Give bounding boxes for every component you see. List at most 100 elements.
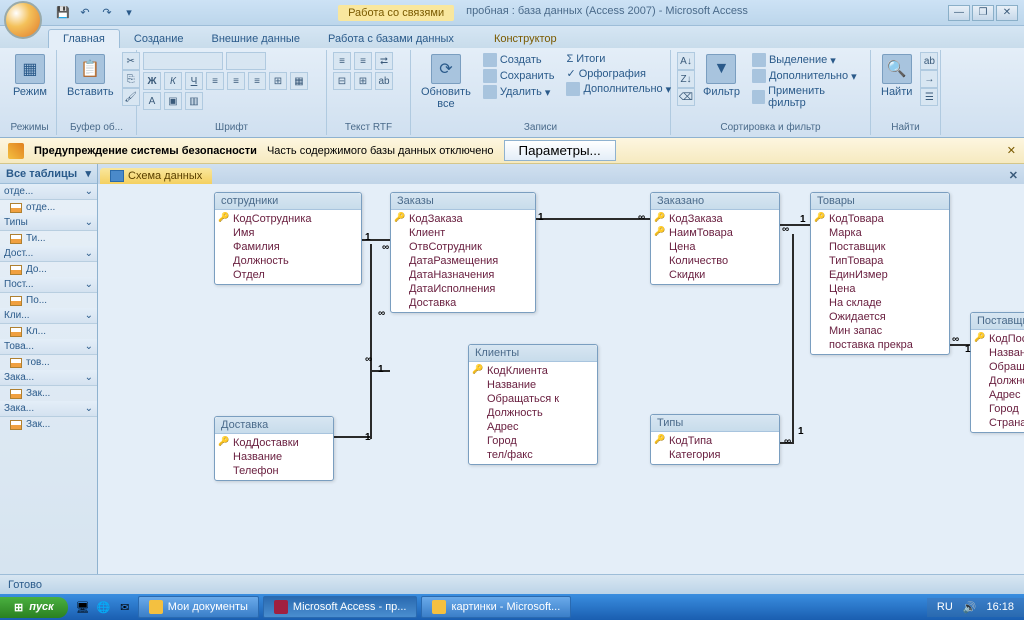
- table-field[interactable]: Цена: [651, 240, 779, 254]
- tab-home[interactable]: Главная: [48, 29, 120, 48]
- tab-dbtools[interactable]: Работа с базами данных: [314, 30, 468, 48]
- close-button[interactable]: ✕: [996, 5, 1018, 21]
- nav-group[interactable]: Зака...⌄: [0, 370, 97, 386]
- table-field[interactable]: КодКлиента: [469, 364, 597, 378]
- tab-create[interactable]: Создание: [120, 30, 198, 48]
- task-item-pictures[interactable]: картинки - Microsoft...: [421, 596, 571, 618]
- nav-item[interactable]: Зак...: [0, 386, 97, 401]
- doc-tab-close-icon[interactable]: ✕: [1003, 167, 1024, 184]
- nav-item[interactable]: Зак...: [0, 417, 97, 432]
- table-field[interactable]: Название: [971, 346, 1024, 360]
- table-field[interactable]: Телефон: [215, 464, 333, 478]
- table-field[interactable]: Фамилия: [215, 240, 361, 254]
- font-color-icon[interactable]: A: [143, 92, 161, 110]
- nav-group[interactable]: отде...⌄: [0, 184, 97, 200]
- office-button[interactable]: [4, 1, 42, 39]
- new-button[interactable]: Создать: [479, 52, 559, 68]
- goto-icon[interactable]: →: [920, 70, 938, 88]
- table-field[interactable]: Должность: [215, 254, 361, 268]
- fill-color-icon[interactable]: ▣: [164, 92, 182, 110]
- table-field[interactable]: НаимТовара: [651, 226, 779, 240]
- table-field[interactable]: Обращаться к: [469, 392, 597, 406]
- table-zakazano[interactable]: ЗаказаноКодЗаказаНаимТовараЦенаКоличеств…: [650, 192, 780, 285]
- nav-group[interactable]: Това...⌄: [0, 339, 97, 355]
- tab-external[interactable]: Внешние данные: [198, 30, 314, 48]
- table-field[interactable]: Обращаться к: [971, 360, 1024, 374]
- security-options-button[interactable]: Параметры...: [504, 140, 616, 161]
- selection-button[interactable]: Выделение ▾: [748, 52, 864, 68]
- table-field[interactable]: Ожидается: [811, 310, 949, 324]
- nav-group[interactable]: Кли...⌄: [0, 308, 97, 324]
- table-zakazy[interactable]: ЗаказыКодЗаказаКлиентОтвСотрудникДатаРаз…: [390, 192, 536, 313]
- nav-group[interactable]: Зака...⌄: [0, 401, 97, 417]
- nav-item[interactable]: отде...: [0, 200, 97, 215]
- table-field[interactable]: Категория: [651, 448, 779, 462]
- nav-group[interactable]: Пост...⌄: [0, 277, 97, 293]
- rtf-btn5[interactable]: ⊞: [354, 72, 372, 90]
- grid-style-icon[interactable]: ▥: [185, 92, 203, 110]
- nav-item[interactable]: тов...: [0, 355, 97, 370]
- table-tovary[interactable]: ТоварыКодТовараМаркаПоставщикТипТовараЕд…: [810, 192, 950, 355]
- more-button[interactable]: Дополнительно ▾: [562, 81, 675, 97]
- security-close-icon[interactable]: ✕: [1007, 144, 1016, 157]
- table-field[interactable]: Мин запас: [811, 324, 949, 338]
- table-field[interactable]: Город: [971, 402, 1024, 416]
- replace-icon[interactable]: ab: [920, 52, 938, 70]
- table-field[interactable]: Доставка: [391, 296, 535, 310]
- task-item-access[interactable]: Microsoft Access - пр...: [263, 596, 418, 618]
- table-field[interactable]: КодДоставки: [215, 436, 333, 450]
- table-field[interactable]: ДатаИсполнения: [391, 282, 535, 296]
- rtf-btn2[interactable]: ≡: [354, 52, 372, 70]
- refresh-button[interactable]: ⟳Обновить все: [417, 52, 475, 112]
- system-tray[interactable]: RU 🔊 16:18: [927, 598, 1024, 617]
- clear-sort-icon[interactable]: ⌫: [677, 88, 695, 106]
- size-combo[interactable]: [226, 52, 266, 70]
- toggle-filter-button[interactable]: Применить фильтр: [748, 84, 864, 110]
- nav-item[interactable]: Кл...: [0, 324, 97, 339]
- table-field[interactable]: Название: [215, 450, 333, 464]
- table-klienty[interactable]: КлиентыКодКлиентаНазваниеОбращаться кДол…: [468, 344, 598, 465]
- table-field[interactable]: ТипТовара: [811, 254, 949, 268]
- gridlines-icon[interactable]: ⊞: [269, 72, 287, 90]
- table-field[interactable]: Название: [469, 378, 597, 392]
- table-field[interactable]: КодПоставщика: [971, 332, 1024, 346]
- advanced-button[interactable]: Дополнительно ▾: [748, 68, 864, 84]
- nav-item[interactable]: До...: [0, 262, 97, 277]
- align-right-icon[interactable]: ≡: [248, 72, 266, 90]
- font-combo[interactable]: [143, 52, 223, 70]
- nav-group[interactable]: Дост...⌄: [0, 246, 97, 262]
- chevron-down-icon[interactable]: ▾: [85, 167, 91, 180]
- delete-button[interactable]: Удалить ▾: [479, 84, 559, 100]
- redo-icon[interactable]: ↷: [98, 4, 116, 22]
- underline-icon[interactable]: Ч: [185, 72, 203, 90]
- rtf-btn6[interactable]: ab: [375, 72, 393, 90]
- sort-asc-icon[interactable]: A↓: [677, 52, 695, 70]
- table-field[interactable]: Марка: [811, 226, 949, 240]
- italic-icon[interactable]: К: [164, 72, 182, 90]
- paste-button[interactable]: 📋Вставить: [63, 52, 118, 100]
- table-field[interactable]: КодЗаказа: [651, 212, 779, 226]
- table-field[interactable]: Страна: [971, 416, 1024, 430]
- align-center-icon[interactable]: ≡: [227, 72, 245, 90]
- table-field[interactable]: Поставщик: [811, 240, 949, 254]
- nav-item[interactable]: Ти...: [0, 231, 97, 246]
- minimize-button[interactable]: —: [948, 5, 970, 21]
- bold-icon[interactable]: Ж: [143, 72, 161, 90]
- table-field[interactable]: КодСотрудника: [215, 212, 361, 226]
- nav-header[interactable]: Все таблицы▾: [0, 164, 97, 184]
- rtf-btn1[interactable]: ≡: [333, 52, 351, 70]
- table-field[interactable]: Клиент: [391, 226, 535, 240]
- ql-mail-icon[interactable]: ✉: [116, 598, 134, 616]
- table-field[interactable]: Скидки: [651, 268, 779, 282]
- table-field[interactable]: Отдел: [215, 268, 361, 282]
- table-field[interactable]: ОтвСотрудник: [391, 240, 535, 254]
- table-field[interactable]: поставка прекра: [811, 338, 949, 352]
- nav-item[interactable]: По...: [0, 293, 97, 308]
- ql-desktop-icon[interactable]: 🖥: [74, 598, 92, 616]
- totals-button[interactable]: ΣИтоги: [562, 52, 675, 66]
- table-sotrudniki[interactable]: сотрудникиКодСотрудникаИмяФамилияДолжнос…: [214, 192, 362, 285]
- sort-desc-icon[interactable]: Z↓: [677, 70, 695, 88]
- maximize-button[interactable]: ❐: [972, 5, 994, 21]
- select-icon[interactable]: ☰: [920, 88, 938, 106]
- table-field[interactable]: Должность: [971, 374, 1024, 388]
